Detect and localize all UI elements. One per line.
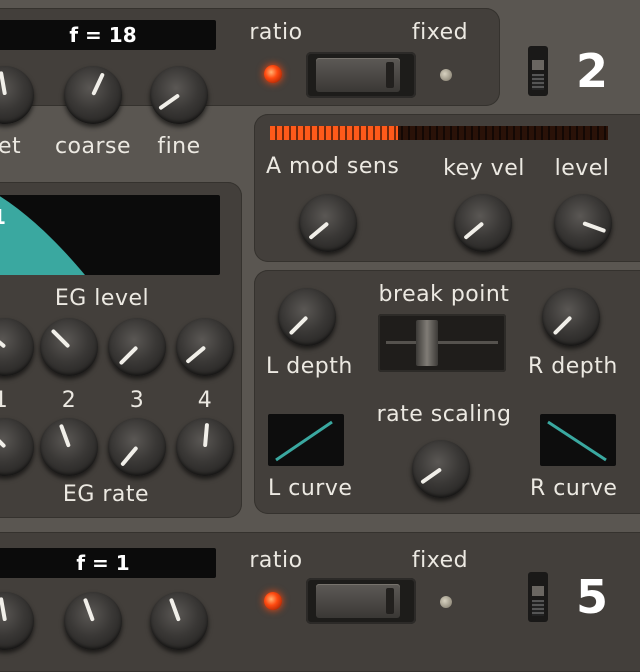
eg-rate-4-knob[interactable] <box>176 418 234 476</box>
eg-rate-2-knob[interactable] <box>40 418 98 476</box>
break-point-slider[interactable] <box>378 314 506 372</box>
eg-curve-graphic <box>0 196 85 275</box>
right-depth-label: R depth <box>528 354 618 379</box>
eg-graph-label: 1 <box>0 205 6 229</box>
eg-level-label: EG level <box>54 286 150 311</box>
fixed-label-op5: fixed <box>411 548 469 573</box>
rate-scaling-label: rate scaling <box>376 402 512 427</box>
stage-number-2: 2 <box>61 388 77 413</box>
level-meter <box>270 126 608 140</box>
frequency-display-op5: f = 1 <box>0 548 216 578</box>
right-curve-label: R curve <box>530 476 618 501</box>
right-curve-selector[interactable] <box>540 414 616 466</box>
operator-number: 2 <box>576 44 609 98</box>
stage-number-3: 3 <box>129 388 145 413</box>
ratio-led-indicator <box>264 65 282 83</box>
fixed-led-indicator-op5 <box>440 596 452 608</box>
fine-knob-op5[interactable] <box>150 592 208 650</box>
frequency-display: f = 18 <box>0 20 216 50</box>
break-point-slider-thumb[interactable] <box>416 320 438 366</box>
frequency-value: f = 18 <box>69 23 137 47</box>
eg-level-3-knob[interactable] <box>108 318 166 376</box>
eg-rate-label: EG rate <box>62 482 150 507</box>
ratio-led-indicator-op5 <box>264 592 282 610</box>
key-velocity-knob[interactable] <box>454 194 512 252</box>
frequency-value-op5: f = 1 <box>76 551 130 575</box>
fixed-led-indicator <box>440 69 452 81</box>
coarse-knob-op5[interactable] <box>64 592 122 650</box>
amp-mod-sens-knob[interactable] <box>299 194 357 252</box>
stage-number-4: 4 <box>197 388 213 413</box>
operator-number-op5: 5 <box>576 570 609 624</box>
right-depth-knob[interactable] <box>542 288 600 346</box>
left-depth-label: L depth <box>266 354 353 379</box>
fine-knob[interactable] <box>150 66 208 124</box>
ratio-label: ratio <box>249 20 303 45</box>
eg-level-4-knob[interactable] <box>176 318 234 376</box>
coarse-label: coarse <box>54 134 132 159</box>
fixed-label: fixed <box>411 20 469 45</box>
right-curve-graphic <box>547 420 607 462</box>
left-curve-graphic <box>275 420 333 462</box>
left-depth-knob[interactable] <box>278 288 336 346</box>
ratio-fixed-switch-op5[interactable] <box>306 578 416 624</box>
stage-number-1: 1 <box>0 388 9 413</box>
ratio-fixed-switch[interactable] <box>306 52 416 98</box>
key-velocity-label: key vel <box>443 156 525 181</box>
left-curve-selector[interactable] <box>268 414 344 466</box>
break-point-label: break point <box>378 282 510 307</box>
fine-label: fine <box>157 134 201 159</box>
left-curve-label: L curve <box>268 476 353 501</box>
eg-graph: 1 <box>0 195 220 275</box>
eg-level-2-knob[interactable] <box>40 318 98 376</box>
output-level-label: level <box>554 156 610 181</box>
detune-label: et <box>0 134 22 159</box>
eg-rate-3-knob[interactable] <box>108 418 166 476</box>
amp-mod-sens-label: A mod sens <box>266 154 400 179</box>
output-level-knob[interactable] <box>554 194 612 252</box>
coarse-knob[interactable] <box>64 66 122 124</box>
rate-scaling-knob[interactable] <box>412 440 470 498</box>
operator-enable-toggle[interactable] <box>528 46 548 96</box>
operator-enable-toggle-op5[interactable] <box>528 572 548 622</box>
ratio-label-op5: ratio <box>249 548 303 573</box>
